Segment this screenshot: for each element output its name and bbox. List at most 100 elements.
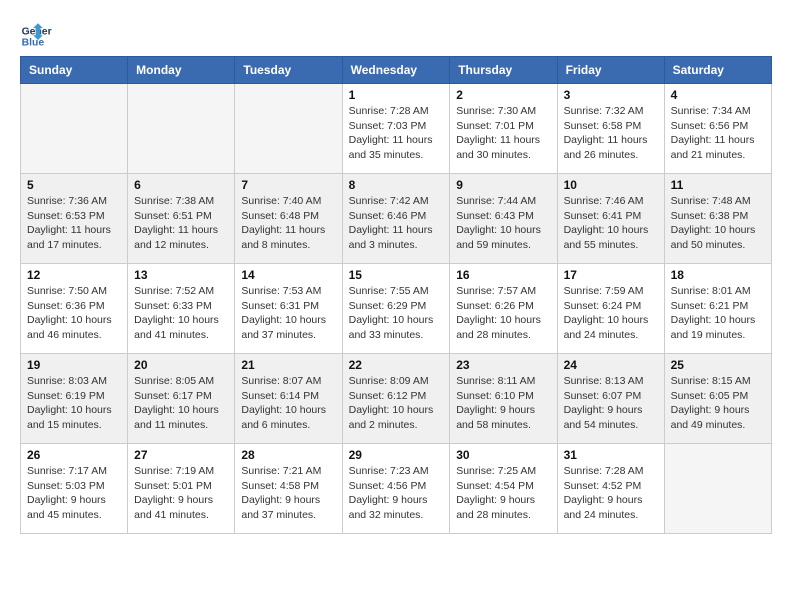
calendar-week-row: 26 Sunrise: 7:17 AM Sunset: 5:03 PM Dayli… [21,444,772,534]
day-detail: Sunrise: 7:53 AM Sunset: 6:31 PM Dayligh… [241,284,335,343]
logo: General Blue [20,20,52,52]
col-header-tuesday: Tuesday [235,57,342,84]
day-detail: Sunrise: 7:40 AM Sunset: 6:48 PM Dayligh… [241,194,335,253]
day-number: 11 [671,178,765,192]
calendar-cell: 5Sunrise: 7:36 AM Sunset: 6:53 PM Daylig… [21,174,128,264]
calendar-cell [235,84,342,174]
day-detail: Sunrise: 7:23 AM Sunset: 4:56 PM Dayligh… [349,464,444,523]
calendar-header: General Blue [20,20,772,52]
day-detail: Sunrise: 7:28 AM Sunset: 4:52 PM Dayligh… [564,464,658,523]
calendar-cell: 29 Sunrise: 7:23 AM Sunset: 4:56 PM Dayli… [342,444,450,534]
day-number: 22 [349,358,444,372]
calendar-week-row: 12 Sunrise: 7:50 AM Sunset: 6:36 PM Dayli… [21,264,772,354]
calendar-cell: 24 Sunrise: 8:13 AM Sunset: 6:07 PM Dayli… [557,354,664,444]
day-detail: Sunrise: 7:38 AM Sunset: 6:51 PM Dayligh… [134,194,228,253]
day-number: 25 [671,358,765,372]
day-number: 23 [456,358,550,372]
day-detail: Sunrise: 7:48 AM Sunset: 6:38 PM Dayligh… [671,194,765,253]
calendar-cell: 11 Sunrise: 7:48 AM Sunset: 6:38 PM Dayli… [664,174,771,264]
day-number: 28 [241,448,335,462]
calendar-cell [128,84,235,174]
calendar-cell: 14 Sunrise: 7:53 AM Sunset: 6:31 PM Dayli… [235,264,342,354]
calendar-cell: 25 Sunrise: 8:15 AM Sunset: 6:05 PM Dayli… [664,354,771,444]
day-number: 18 [671,268,765,282]
day-number: 12 [27,268,121,282]
calendar-cell: 17Sunrise: 7:59 AM Sunset: 6:24 PM Dayli… [557,264,664,354]
col-header-thursday: Thursday [450,57,557,84]
day-number: 21 [241,358,335,372]
calendar-cell: 31Sunrise: 7:28 AM Sunset: 4:52 PM Dayli… [557,444,664,534]
day-number: 6 [134,178,228,192]
day-detail: Sunrise: 7:19 AM Sunset: 5:01 PM Dayligh… [134,464,228,523]
col-header-wednesday: Wednesday [342,57,450,84]
col-header-saturday: Saturday [664,57,771,84]
day-number: 24 [564,358,658,372]
col-header-friday: Friday [557,57,664,84]
calendar-cell: 15 Sunrise: 7:55 AM Sunset: 6:29 PM Dayli… [342,264,450,354]
day-detail: Sunrise: 7:30 AM Sunset: 7:01 PM Dayligh… [456,104,550,163]
day-detail: Sunrise: 8:13 AM Sunset: 6:07 PM Dayligh… [564,374,658,433]
day-detail: Sunrise: 8:05 AM Sunset: 6:17 PM Dayligh… [134,374,228,433]
day-number: 16 [456,268,550,282]
day-detail: Sunrise: 7:25 AM Sunset: 4:54 PM Dayligh… [456,464,550,523]
day-detail: Sunrise: 8:11 AM Sunset: 6:10 PM Dayligh… [456,374,550,433]
day-detail: Sunrise: 8:03 AM Sunset: 6:19 PM Dayligh… [27,374,121,433]
day-detail: Sunrise: 8:07 AM Sunset: 6:14 PM Dayligh… [241,374,335,433]
calendar-cell: 26 Sunrise: 7:17 AM Sunset: 5:03 PM Dayli… [21,444,128,534]
calendar-cell [21,84,128,174]
day-number: 13 [134,268,228,282]
calendar-cell: 3 Sunrise: 7:32 AM Sunset: 6:58 PM Daylig… [557,84,664,174]
calendar-cell: 28 Sunrise: 7:21 AM Sunset: 4:58 PM Dayli… [235,444,342,534]
calendar-cell: 21 Sunrise: 8:07 AM Sunset: 6:14 PM Dayli… [235,354,342,444]
day-detail: Sunrise: 7:21 AM Sunset: 4:58 PM Dayligh… [241,464,335,523]
day-number: 15 [349,268,444,282]
calendar-cell: 23 Sunrise: 8:11 AM Sunset: 6:10 PM Dayli… [450,354,557,444]
day-number: 20 [134,358,228,372]
calendar-cell: 13 Sunrise: 7:52 AM Sunset: 6:33 PM Dayli… [128,264,235,354]
day-number: 14 [241,268,335,282]
day-number: 7 [241,178,335,192]
calendar-cell: 19 Sunrise: 8:03 AM Sunset: 6:19 PM Dayli… [21,354,128,444]
day-number: 9 [456,178,550,192]
day-detail: Sunrise: 7:46 AM Sunset: 6:41 PM Dayligh… [564,194,658,253]
logo-icon: General Blue [20,20,52,52]
day-detail: Sunrise: 8:15 AM Sunset: 6:05 PM Dayligh… [671,374,765,433]
day-detail: Sunrise: 7:42 AM Sunset: 6:46 PM Dayligh… [349,194,444,253]
calendar-cell: 10 Sunrise: 7:46 AM Sunset: 6:41 PM Dayli… [557,174,664,264]
day-detail: Sunrise: 7:50 AM Sunset: 6:36 PM Dayligh… [27,284,121,343]
day-detail: Sunrise: 7:44 AM Sunset: 6:43 PM Dayligh… [456,194,550,253]
day-number: 17 [564,268,658,282]
col-header-sunday: Sunday [21,57,128,84]
calendar-cell: 30 Sunrise: 7:25 AM Sunset: 4:54 PM Dayli… [450,444,557,534]
day-number: 10 [564,178,658,192]
calendar-cell: 16Sunrise: 7:57 AM Sunset: 6:26 PM Dayli… [450,264,557,354]
day-number: 26 [27,448,121,462]
svg-text:Blue: Blue [22,38,45,49]
calendar-cell: 27 Sunrise: 7:19 AM Sunset: 5:01 PM Dayli… [128,444,235,534]
day-detail: Sunrise: 7:55 AM Sunset: 6:29 PM Dayligh… [349,284,444,343]
day-detail: Sunrise: 7:32 AM Sunset: 6:58 PM Dayligh… [564,104,658,163]
day-number: 3 [564,88,658,102]
calendar-cell: 12 Sunrise: 7:50 AM Sunset: 6:36 PM Dayli… [21,264,128,354]
day-detail: Sunrise: 7:52 AM Sunset: 6:33 PM Dayligh… [134,284,228,343]
calendar-cell: 22 Sunrise: 8:09 AM Sunset: 6:12 PM Dayli… [342,354,450,444]
day-number: 5 [27,178,121,192]
day-number: 27 [134,448,228,462]
day-detail: Sunrise: 7:34 AM Sunset: 6:56 PM Dayligh… [671,104,765,163]
day-number: 30 [456,448,550,462]
day-number: 2 [456,88,550,102]
calendar-cell: 7 Sunrise: 7:40 AM Sunset: 6:48 PM Daylig… [235,174,342,264]
day-detail: Sunrise: 8:09 AM Sunset: 6:12 PM Dayligh… [349,374,444,433]
calendar-week-row: 19 Sunrise: 8:03 AM Sunset: 6:19 PM Dayli… [21,354,772,444]
day-detail: Sunrise: 7:17 AM Sunset: 5:03 PM Dayligh… [27,464,121,523]
day-number: 19 [27,358,121,372]
calendar-cell: 4 Sunrise: 7:34 AM Sunset: 6:56 PM Daylig… [664,84,771,174]
day-number: 4 [671,88,765,102]
calendar-cell: 2 Sunrise: 7:30 AM Sunset: 7:01 PM Daylig… [450,84,557,174]
calendar-week-row: 5Sunrise: 7:36 AM Sunset: 6:53 PM Daylig… [21,174,772,264]
calendar-cell: 6 Sunrise: 7:38 AM Sunset: 6:51 PM Daylig… [128,174,235,264]
calendar-cell: 1Sunrise: 7:28 AM Sunset: 7:03 PM Daylig… [342,84,450,174]
day-number: 8 [349,178,444,192]
day-number: 29 [349,448,444,462]
calendar-week-row: 1Sunrise: 7:28 AM Sunset: 7:03 PM Daylig… [21,84,772,174]
